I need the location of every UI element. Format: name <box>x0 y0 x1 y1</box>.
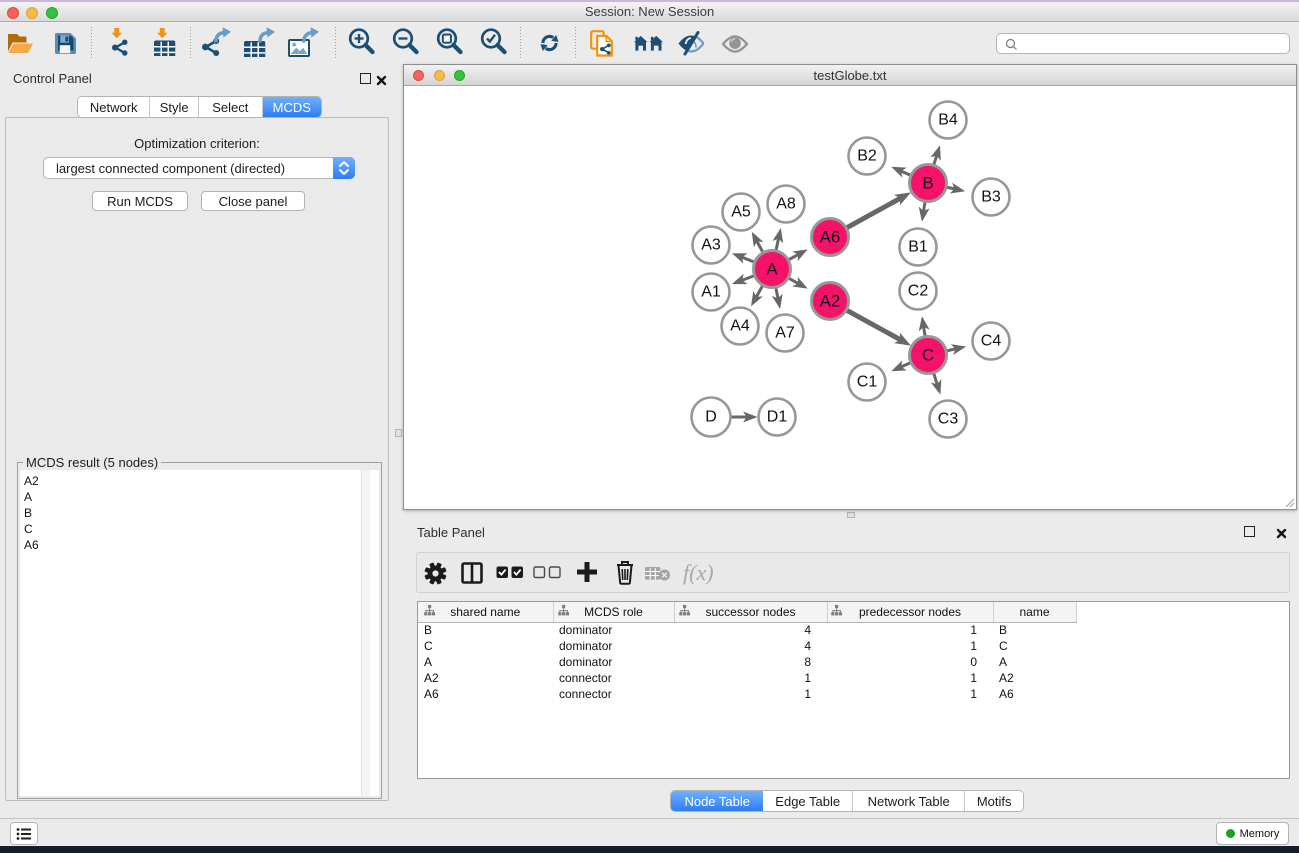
svg-text:A1: A1 <box>701 284 721 301</box>
svg-text:C2: C2 <box>908 283 929 300</box>
svg-text:B2: B2 <box>857 148 877 165</box>
svg-text:A4: A4 <box>730 318 750 335</box>
svg-text:B4: B4 <box>938 112 958 129</box>
svg-text:A3: A3 <box>701 237 721 254</box>
svg-text:D: D <box>705 409 717 426</box>
svg-text:B3: B3 <box>981 189 1001 206</box>
svg-text:C: C <box>922 346 934 365</box>
svg-text:B: B <box>922 174 933 193</box>
svg-text:A: A <box>766 260 778 279</box>
svg-text:D1: D1 <box>767 409 788 426</box>
svg-text:A6: A6 <box>820 228 841 247</box>
svg-text:C1: C1 <box>857 374 878 391</box>
svg-text:B1: B1 <box>908 239 928 256</box>
svg-text:A8: A8 <box>776 196 796 213</box>
svg-text:C3: C3 <box>938 411 959 428</box>
svg-text:A2: A2 <box>820 292 841 311</box>
svg-text:C4: C4 <box>981 333 1002 350</box>
svg-text:A7: A7 <box>775 325 795 342</box>
svg-text:A5: A5 <box>731 204 751 221</box>
